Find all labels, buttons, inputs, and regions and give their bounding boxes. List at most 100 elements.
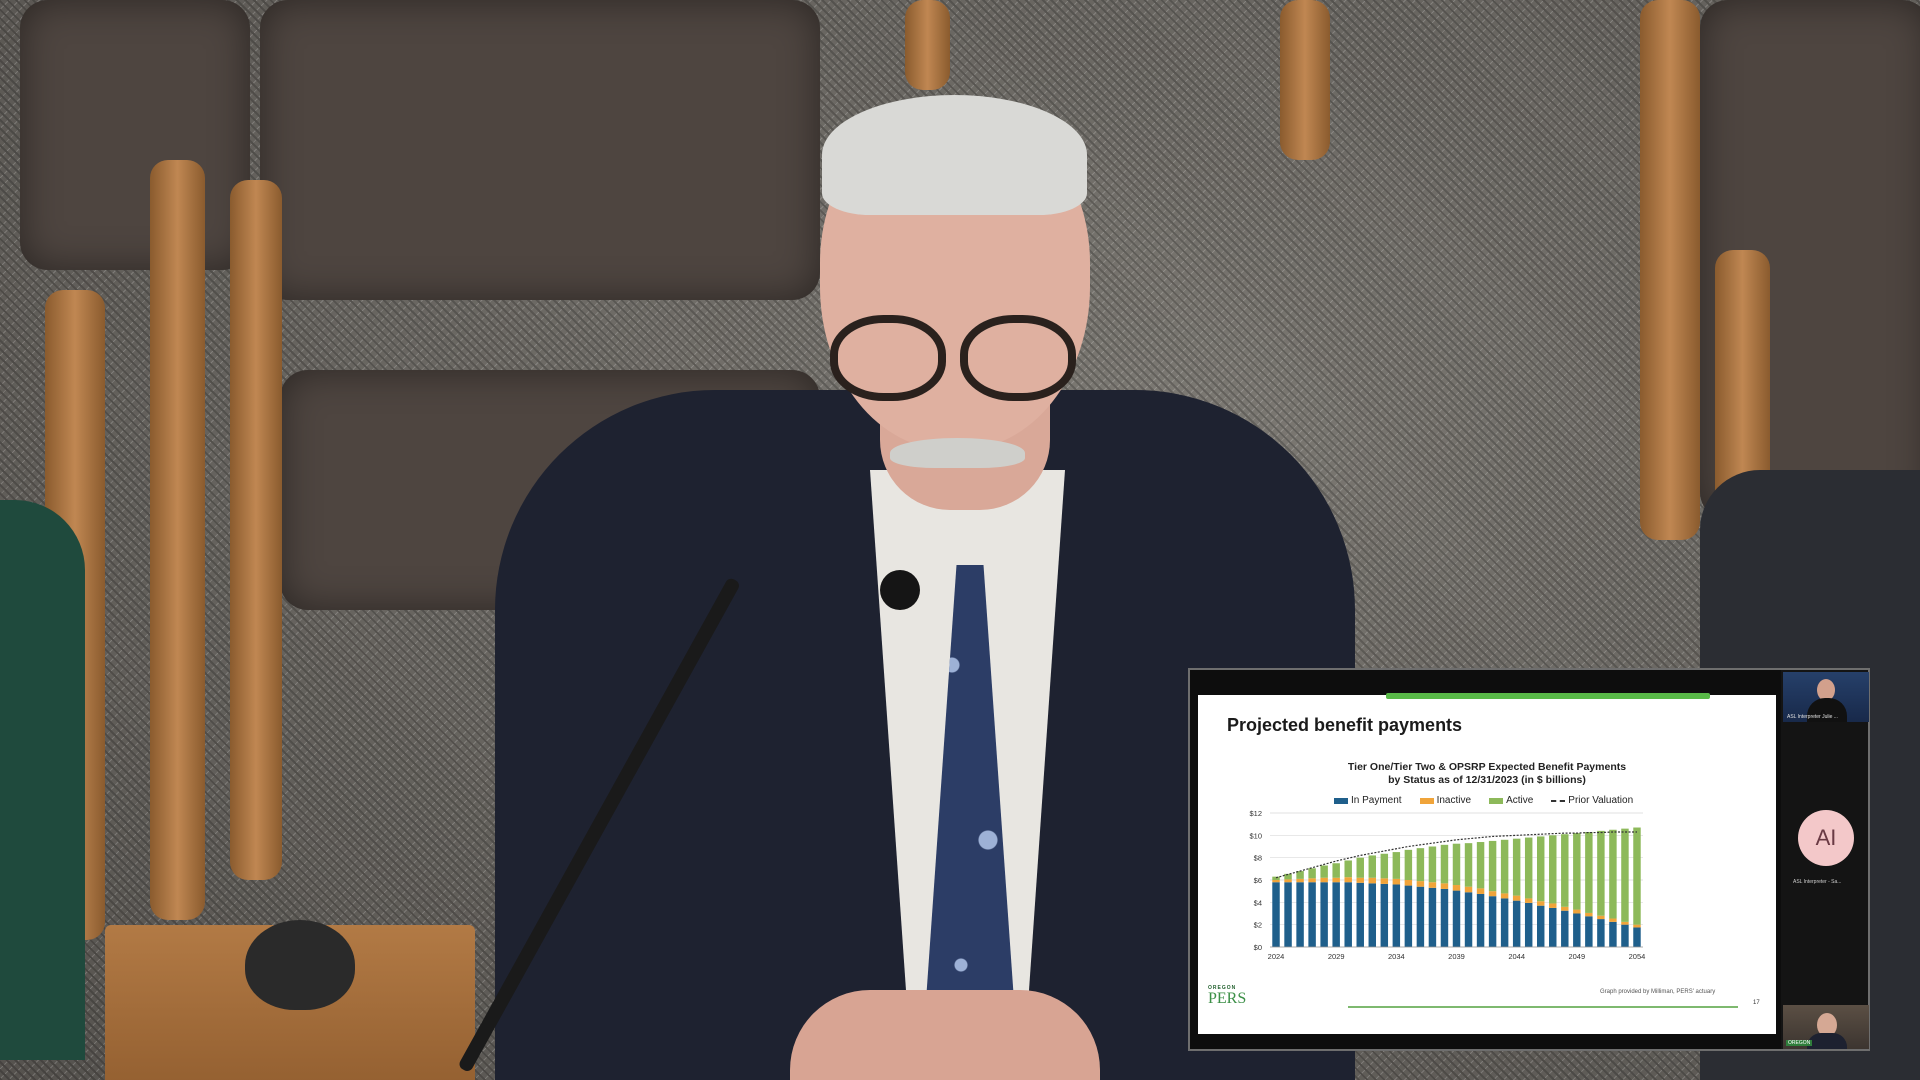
bar-in-payment [1404,885,1413,947]
bar-in-payment [1585,916,1593,947]
bar-active [1621,828,1629,922]
bar-inactive [1332,877,1340,883]
speaker-glasses [830,315,1080,401]
participant-name-avatar: ASL Interpreter - Sa... [1793,879,1842,885]
bar-inactive [1621,921,1629,925]
bar-active [1380,853,1389,879]
bar-active [1597,830,1605,916]
x-tick-label: 2024 [1268,952,1285,961]
presentation-slide: Projected benefit payments Tier One/Tier… [1198,695,1776,1034]
bar-inactive [1296,878,1304,883]
oregon-pers-logo: OREGON PERS [1208,985,1252,1007]
x-tick-label: 2049 [1568,952,1585,961]
bar-active [1500,839,1509,894]
room-person-body [1807,1033,1847,1049]
bar-inactive [1272,880,1280,883]
bar-inactive [1356,877,1364,883]
bar-inactive [1573,909,1581,914]
screen-share-window[interactable]: Projected benefit payments Tier One/Tier… [1188,668,1870,1051]
bar-in-payment [1344,882,1352,947]
slide-toolbar-strip[interactable] [1386,693,1710,699]
slide-page-number: 17 [1753,1000,1760,1006]
bar-inactive [1320,877,1328,883]
bar-in-payment [1633,927,1641,947]
x-tick-label: 2039 [1448,952,1465,961]
bar-inactive [1452,885,1461,891]
chair-arm-center [230,180,282,880]
bar-in-payment [1597,919,1605,947]
bar-active [1440,844,1449,884]
speaker-hair [822,95,1087,215]
bar-inactive [1464,886,1473,893]
chair-frame-top [905,0,950,90]
bar-in-payment [1549,907,1557,947]
y-tick-label: $2 [1254,921,1262,930]
bar-inactive [1561,906,1569,911]
bar-in-payment [1621,924,1629,947]
bar-inactive [1440,883,1449,889]
bar-in-payment [1464,892,1473,947]
slide-title: Projected benefit payments [1227,715,1463,735]
bar-inactive [1500,893,1509,899]
bar-active [1344,860,1352,878]
bar-in-payment [1512,900,1521,947]
bar-active [1573,833,1581,910]
bar-active [1464,843,1473,887]
bar-active [1404,849,1413,880]
participant-tile-interpreter[interactable]: ASL Interpreter Julie ... [1783,672,1869,722]
bar-inactive [1380,878,1389,884]
bar-in-payment [1296,882,1304,947]
bar-inactive [1344,877,1352,883]
chart-title-line1: Tier One/Tier Two & OPSRP Expected Benef… [1347,761,1627,773]
bar-in-payment [1284,882,1292,947]
bar-inactive [1536,901,1545,906]
x-tick-label: 2029 [1328,952,1345,961]
slide-footer-line [1348,1006,1738,1008]
bar-inactive [1597,915,1605,920]
participant-tile-avatar[interactable]: AI ASL Interpreter - Sa... [1783,810,1869,885]
bar-in-payment [1488,896,1497,947]
bar-active [1332,863,1340,878]
bar-inactive [1512,895,1521,901]
logo-main-text: PERS [1208,990,1247,1007]
bar-active [1561,834,1569,907]
bar-inactive [1609,918,1617,922]
participant-tile-room[interactable]: OREGON [1783,1005,1869,1049]
y-tick-label: $10 [1249,831,1262,840]
bar-in-payment [1536,905,1545,947]
bar-inactive [1416,881,1425,887]
x-tick-label: 2044 [1508,952,1525,961]
bar-active [1308,868,1316,879]
chair-arm-right [1640,0,1700,540]
chair-back-center [260,0,820,300]
bar-active [1488,840,1497,892]
legend-swatch-prior-valuation [1551,799,1566,802]
bar-inactive [1633,924,1641,928]
bar-active [1428,846,1437,883]
bar-active [1609,829,1617,919]
legend-swatch-in-payment [1334,797,1348,804]
y-tick-label: $12 [1249,809,1262,818]
y-tick-label: $6 [1254,876,1262,885]
bar-in-payment [1428,887,1437,947]
person-left-sleeve [0,500,85,1060]
y-tick-label: $8 [1254,854,1262,863]
bar-in-payment [1440,888,1449,947]
bar-in-payment [1476,893,1485,947]
bar-active [1392,852,1401,879]
bar-inactive [1428,882,1437,888]
bar-in-payment [1356,882,1364,947]
chair-frame-back [1280,0,1330,160]
bar-in-payment [1380,883,1389,947]
bar-active [1416,848,1425,882]
bar-active [1633,827,1641,925]
speaker-mustache [890,438,1025,468]
bar-in-payment [1308,882,1316,947]
bar-active [1320,865,1328,878]
x-tick-label: 2034 [1388,952,1405,961]
computer-mouse [245,920,355,1010]
bar-inactive [1308,878,1316,883]
y-tick-label: $4 [1254,898,1262,907]
microphone-head [880,570,920,610]
room-badge: OREGON [1786,1040,1813,1046]
